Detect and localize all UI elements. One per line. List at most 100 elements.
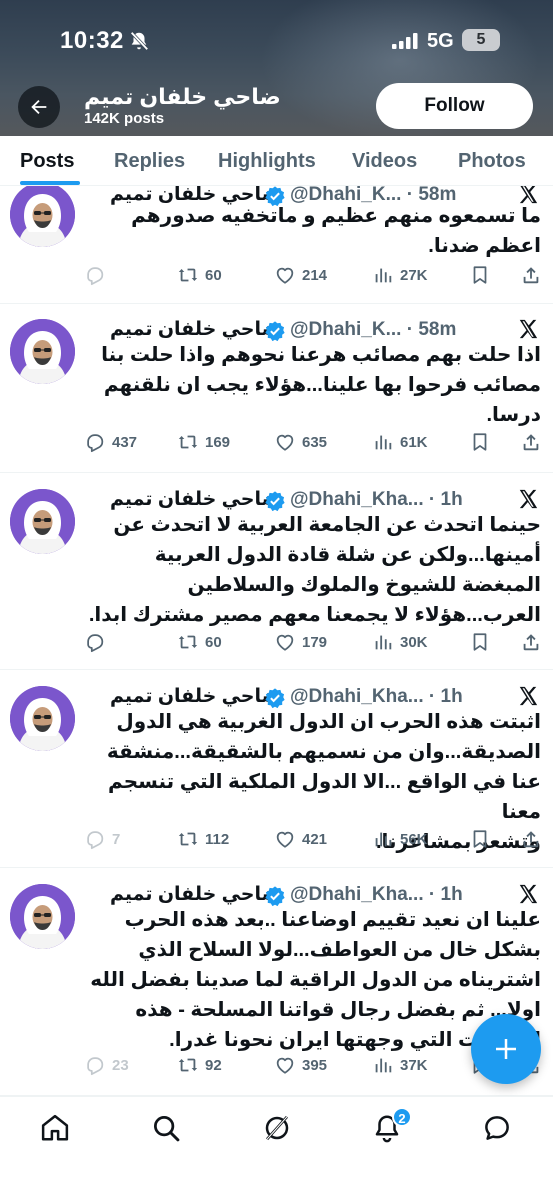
post-item[interactable]: ضاحي خلفان تميم @Dhahi_K... · 58m ما تسم… [0,186,553,304]
share-button[interactable] [520,828,542,850]
arrow-left-icon [31,99,47,115]
follow-button[interactable]: Follow [376,83,533,129]
post-handle-time[interactable]: @Dhahi_K... · 58m [290,319,456,341]
like-button[interactable]: 395 [274,1054,327,1076]
heart-icon [276,634,294,651]
like-button[interactable]: 179 [274,631,327,653]
post-author[interactable]: ضاحي خلفان تميم [110,488,280,511]
battery-indicator: 5 [462,29,500,51]
share-button[interactable] [520,431,542,453]
reposts-count: 169 [205,433,231,451]
avatar[interactable] [10,884,75,949]
repost-icon [178,635,198,649]
post-author[interactable]: ضاحي خلفان تميم [110,685,280,708]
reposts-count: 60 [205,266,222,284]
post-handle-time[interactable]: @Dhahi_Kha... · 1h [290,686,463,708]
views-button[interactable]: 27K [372,264,428,286]
avatar[interactable] [10,686,75,751]
post-item[interactable]: ضاحي خلفان تميم @Dhahi_Kha... · 1h علينا… [0,868,553,1096]
like-button[interactable]: 635 [274,431,327,453]
messages-icon[interactable] [482,1113,512,1143]
bookmark-button[interactable] [469,431,491,453]
x-logo-icon [519,489,538,509]
profile-tabs: Posts Replies Highlights Videos Photos [0,136,553,186]
views-button[interactable]: 37K [372,1054,428,1076]
profile-name: ضاحي خلفان تميم [84,84,281,109]
verified-badge-icon [265,491,285,512]
heart-icon [276,1057,294,1074]
bell-off-icon [130,31,149,51]
likes-count: 421 [302,830,328,848]
reply-icon [87,434,104,453]
tab-videos[interactable]: Videos [352,150,417,173]
repost-button[interactable]: 60 [177,264,222,286]
compose-post-button[interactable] [471,1014,541,1084]
post-text-line: ما تسمعوه منهم عظيم و ماتخفيه صدورهم [131,205,541,227]
posts-feed: ضاحي خلفان تميم @Dhahi_K... · 58m ما تسم… [0,186,553,1096]
reply-button[interactable]: 437 [84,431,137,453]
avatar[interactable] [10,489,75,554]
post-handle-time[interactable]: @Dhahi_Kha... · 1h [290,884,463,906]
bottom-navigation: 2 [0,1096,553,1200]
tab-replies[interactable]: Replies [114,150,185,173]
views-count: 27K [400,266,428,284]
post-text-line: اذا حلت بهم مصائب هرعنا نحوهم واذا حلت ب… [101,344,541,366]
heart-icon [276,434,294,451]
repost-button[interactable]: 92 [177,1054,222,1076]
likes-count: 214 [302,266,328,284]
post-actions: 60 214 27K [84,264,543,290]
likes-count: 635 [302,433,328,451]
post-text: حينما اتحدث عن الجامعة العربية لا اتحدث … [70,510,541,630]
bookmark-button[interactable] [469,828,491,850]
post-text-line: حينما اتحدث عن الجامعة العربية لا اتحدث … [113,514,541,536]
reply-button[interactable] [84,264,112,286]
share-icon [523,634,539,651]
bookmark-button[interactable] [469,631,491,653]
reply-icon [87,831,104,850]
reply-button[interactable]: 23 [84,1054,129,1076]
tab-posts[interactable]: Posts [20,150,74,173]
avatar[interactable] [10,319,75,384]
share-button[interactable] [520,631,542,653]
tab-photos[interactable]: Photos [458,150,526,173]
reply-button[interactable] [84,631,112,653]
avatar-portrait [10,686,75,751]
views-button[interactable]: 56K [372,828,428,850]
like-button[interactable]: 214 [274,264,327,286]
repost-button[interactable]: 169 [177,431,230,453]
home-icon[interactable] [40,1113,70,1143]
views-chart-icon [375,268,392,283]
post-item[interactable]: ضاحي خلفان تميم @Dhahi_Kha... · 1h حينما… [0,473,553,670]
avatar[interactable] [10,186,75,247]
views-button[interactable]: 61K [372,431,428,453]
views-chart-icon [375,635,392,650]
like-button[interactable]: 421 [274,828,327,850]
post-author[interactable]: ضاحي خلفان تميم [110,883,280,906]
reply-button[interactable]: 7 [84,828,120,850]
post-handle-time[interactable]: @Dhahi_Kha... · 1h [290,489,463,511]
status-bar: 10:32 5G 5 [0,0,553,82]
views-count: 30K [400,633,428,651]
grok-icon[interactable] [262,1113,292,1143]
views-count: 56K [400,830,428,848]
views-count: 37K [400,1056,428,1074]
profile-header: 10:32 5G 5 ضاحي خلفان تميم 142K posts Fo… [0,0,553,136]
post-text-line: اعظم ضدنا. [428,235,541,257]
search-icon[interactable] [151,1113,181,1143]
tab-highlights[interactable]: Highlights [218,150,316,173]
reposts-count: 92 [205,1056,222,1074]
post-text-line: درسا. [486,404,541,426]
back-button[interactable] [18,86,60,128]
bookmark-button[interactable] [469,264,491,286]
x-logo-icon [519,686,538,706]
views-button[interactable]: 30K [372,631,428,653]
post-item[interactable]: ضاحي خلفان تميم @Dhahi_K... · 58m اذا حل… [0,304,553,473]
post-author[interactable]: ضاحي خلفان تميم [110,318,280,341]
post-item[interactable]: ضاحي خلفان تميم @Dhahi_Kha... · 1h اثبتت… [0,670,553,868]
active-tab-indicator [20,181,80,185]
share-button[interactable] [520,264,542,286]
post-actions: 437 169 635 61K [84,431,543,457]
reposts-count: 112 [205,830,230,848]
repost-button[interactable]: 112 [177,828,229,850]
repost-button[interactable]: 60 [177,631,222,653]
